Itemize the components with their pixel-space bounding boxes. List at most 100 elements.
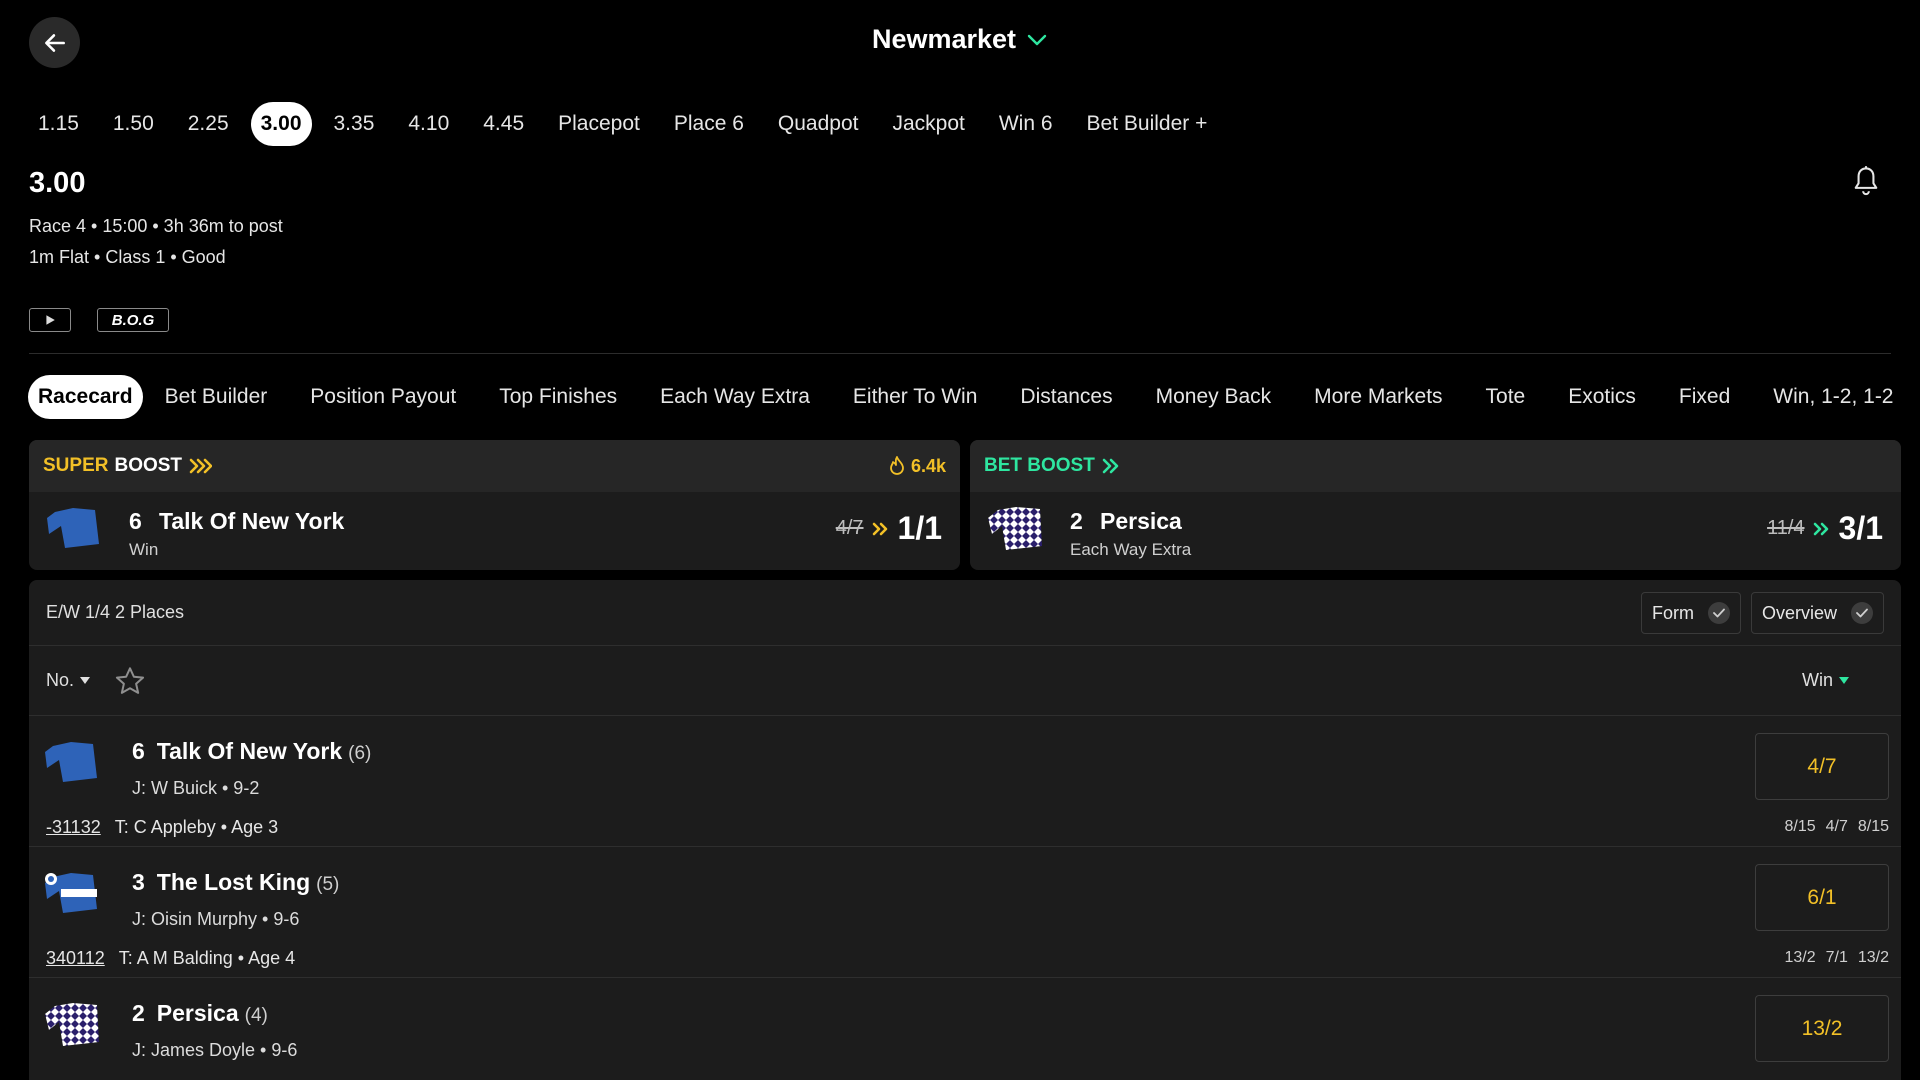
sort-by-number[interactable]: No. (46, 670, 91, 691)
boost-odds[interactable]: 4/7 1/1 (836, 510, 942, 547)
runner-trainer: T: A M Balding • Age 4 (118, 948, 296, 968)
sort-by-win[interactable]: Win (1802, 670, 1849, 691)
divider (29, 353, 1891, 354)
old-odds: 11/4 (1767, 517, 1805, 539)
each-way-terms: E/W 1/4 2 Places (46, 602, 185, 622)
check-icon (1851, 602, 1874, 624)
market-tabs: Racecard Bet Builder Position Payout Top Fi… (28, 375, 1920, 419)
market-tab[interactable]: Racecard (28, 375, 143, 419)
market-tab[interactable]: Either To Win (843, 375, 988, 419)
race-info: Race 4 • 15:00 • 3h 36m to post (29, 216, 283, 236)
runner-draw: (6) (348, 743, 372, 764)
chevron-down-icon (1027, 34, 1047, 45)
runner-row[interactable]: 3 The Lost King (5) J: Oisin Murphy • 9-… (29, 847, 1901, 978)
runner-jockey: J: James Doyle • 9-6 (132, 1040, 298, 1060)
odds-history-value: 8/15 (1784, 818, 1816, 835)
silk-icon (45, 504, 105, 560)
race-tab[interactable]: Jackpot (880, 102, 976, 146)
runner-form-row: -31132 T: C Appleby • Age 3 (46, 817, 278, 838)
race-tab[interactable]: 1.50 (101, 102, 166, 146)
runner-form[interactable]: -31132 (46, 817, 101, 838)
sort-win-label: Win (1802, 670, 1833, 690)
star-icon[interactable] (114, 665, 146, 703)
odds-history-value: 4/7 (1825, 818, 1848, 835)
odds-history: 13/2 7/1 13/2 (1784, 949, 1889, 967)
boost-runner-name: Talk Of New York (159, 508, 345, 534)
market-tab[interactable]: Each Way Extra (650, 375, 820, 419)
runner-form[interactable]: 340112 (46, 948, 105, 969)
super-boost-label-boost: BOOST (114, 455, 183, 476)
runner-number: 2 (132, 1000, 145, 1026)
runner-jockey: J: Oisin Murphy • 9-6 (132, 909, 300, 929)
bell-icon[interactable] (1852, 165, 1880, 203)
sort-number-label: No. (46, 670, 75, 690)
form-toggle[interactable]: Form (1641, 592, 1741, 634)
market-tab[interactable]: Tote (1476, 375, 1536, 419)
race-tab[interactable]: 3.00 (250, 102, 312, 146)
race-conditions: 1m Flat • Class 1 • Good (29, 247, 226, 267)
race-tab[interactable]: 1.15 (26, 102, 91, 146)
race-tab[interactable]: 3.35 (322, 102, 387, 146)
runner-list: 6 Talk Of New York (6) J: W Buick • 9-2 … (29, 716, 1901, 1080)
boost-market: Win (129, 540, 159, 559)
runner-number: 6 (132, 738, 145, 764)
race-tab[interactable]: Quadpot (766, 102, 871, 146)
race-tab[interactable]: Placepot (546, 102, 652, 146)
bet-boost-header: BET BOOST (970, 440, 1901, 492)
runner-title: 3 The Lost King (5) (132, 869, 339, 896)
boost-odds[interactable]: 11/4 3/1 (1767, 510, 1883, 547)
overview-toggle[interactable]: Overview (1751, 592, 1885, 634)
new-odds: 3/1 (1838, 510, 1883, 546)
bet-boost-label: BET BOOST (984, 455, 1095, 476)
runner-name: Talk Of New York (156, 738, 343, 764)
silk-icon (986, 504, 1046, 560)
market-tab[interactable]: Fixed (1669, 375, 1740, 419)
overview-toggle-label: Overview (1762, 602, 1838, 623)
odds-button[interactable]: 13/2 (1755, 995, 1889, 1062)
runner-number: 3 (132, 869, 145, 895)
racecard-panel: E/W 1/4 2 Places Form Overview No. Win 6… (29, 580, 1901, 1080)
market-tab[interactable]: Distances (1010, 375, 1122, 419)
super-boost-card[interactable]: SUPER BOOST 6.4k 6 Talk Of New York Win … (29, 440, 960, 570)
race-tab[interactable]: 4.45 (471, 102, 536, 146)
market-tab[interactable]: Money Back (1146, 375, 1282, 419)
runner-trainer: T: C Appleby • Age 3 (114, 817, 279, 837)
race-tab[interactable]: Place 6 (662, 102, 756, 146)
bet-boost-card[interactable]: BET BOOST 2 Persica Each Way Extra 11/4 … (970, 440, 1901, 570)
runner-row[interactable]: 2 Persica (4) J: James Doyle • 9-6 13/2 (29, 978, 1901, 1080)
race-tab[interactable]: Bet Builder + (1075, 102, 1220, 146)
runner-row[interactable]: 6 Talk Of New York (6) J: W Buick • 9-2 … (29, 716, 1901, 847)
boost-runner-name: Persica (1100, 508, 1182, 534)
odds-history-value: 13/2 (1857, 949, 1889, 966)
stream-button[interactable] (29, 308, 71, 332)
race-tab[interactable]: 2.25 (176, 102, 241, 146)
venue-selector[interactable]: Newmarket (0, 24, 1920, 55)
odds-history-value: 13/2 (1784, 949, 1816, 966)
runner-draw: (5) (316, 874, 340, 895)
double-chevron-icon (189, 458, 213, 474)
super-boost-header: SUPER BOOST 6.4k (29, 440, 960, 492)
sort-row: No. Win (29, 646, 1901, 716)
market-tab[interactable]: Bet Builder (155, 375, 278, 419)
silk-icon (43, 1000, 103, 1056)
bet-boost-body: 2 Persica Each Way Extra 11/4 3/1 (970, 492, 1901, 570)
form-toggle-label: Form (1652, 602, 1694, 623)
market-tab[interactable]: Exotics (1558, 375, 1646, 419)
caret-down-icon (80, 677, 91, 684)
bog-badge: B.O.G (97, 308, 169, 332)
market-tab[interactable]: More Markets (1304, 375, 1452, 419)
market-tab[interactable]: Top Finishes (489, 375, 627, 419)
silk-icon (43, 738, 103, 794)
odds-button[interactable]: 6/1 (1755, 864, 1889, 931)
market-tab[interactable]: Win, 1-2, 1-2 (1763, 375, 1903, 419)
race-tabs: 1.15 1.50 2.25 3.00 3.35 4.10 4.45 Placepot Plac… (26, 102, 1229, 146)
runner-jockey: J: W Buick • 9-2 (132, 778, 260, 798)
runner-draw: (4) (244, 1005, 268, 1026)
runner-name: Persica (156, 1000, 239, 1026)
race-tab[interactable]: 4.10 (396, 102, 461, 146)
boost-runner-number: 6 (129, 508, 142, 534)
odds-button[interactable]: 4/7 (1755, 733, 1889, 800)
racecard-header: E/W 1/4 2 Places Form Overview (29, 580, 1901, 646)
race-tab[interactable]: Win 6 (987, 102, 1065, 146)
market-tab[interactable]: Position Payout (300, 375, 466, 419)
